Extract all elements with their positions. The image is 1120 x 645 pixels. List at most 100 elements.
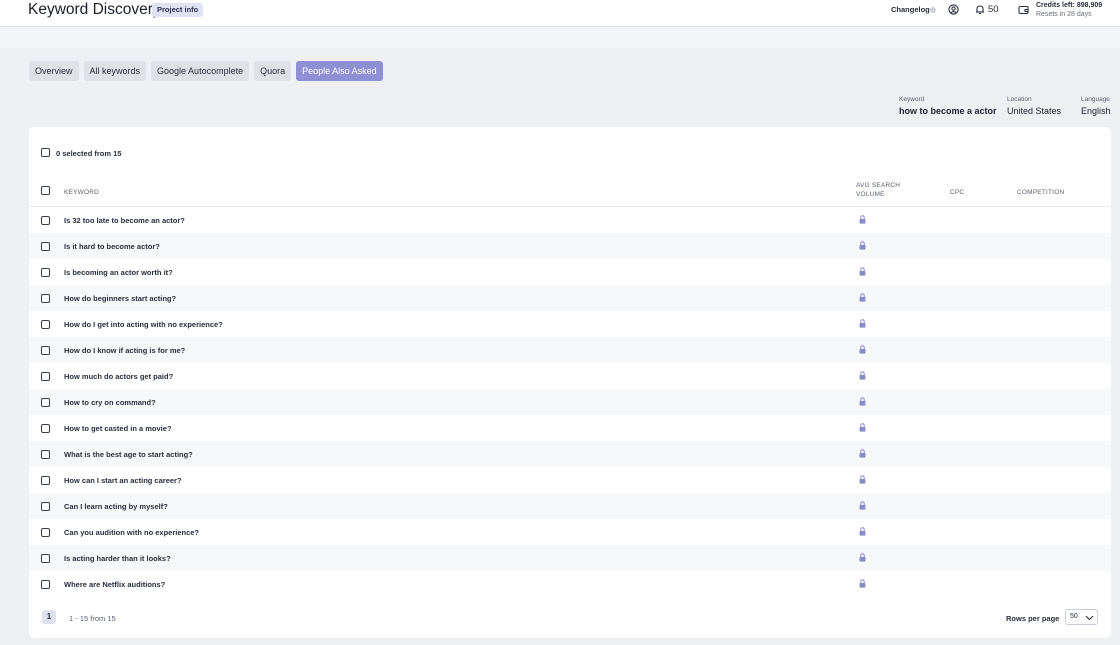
keyword-cell: Is becoming an actor worth it?: [64, 268, 173, 277]
table-row[interactable]: How do beginners start acting?: [29, 285, 1111, 311]
row-checkbox[interactable]: [41, 450, 50, 459]
table-row[interactable]: Can I learn acting by myself?: [29, 493, 1111, 519]
row-checkbox[interactable]: [41, 554, 50, 563]
row-checkbox[interactable]: [41, 216, 50, 225]
table-header: KEYWORD AVG SEARCH VOLUME CPC COMPETITIO…: [29, 179, 1111, 207]
row-checkbox[interactable]: [41, 398, 50, 407]
table-row[interactable]: Where are Netflix auditions?: [29, 571, 1111, 597]
row-checkbox[interactable]: [41, 268, 50, 277]
keyword-cell: Is 32 too late to become an actor?: [64, 216, 185, 225]
pagination-range: 1 - 15 from 15: [69, 614, 116, 623]
bell-icon[interactable]: [975, 4, 985, 15]
table-row[interactable]: How to cry on command?: [29, 389, 1111, 415]
select-all-top-checkbox[interactable]: [41, 148, 50, 157]
filter-location-label: Location: [1007, 96, 1032, 103]
changelog-status-dot: [930, 7, 936, 13]
notifications-count[interactable]: 50: [988, 4, 999, 15]
column-avg-search-volume[interactable]: AVG SEARCH VOLUME: [856, 182, 900, 199]
tab-overview[interactable]: Overview: [29, 61, 79, 81]
keyword-cell: Can I learn acting by myself?: [64, 502, 168, 511]
filter-language[interactable]: Language English: [1081, 96, 1111, 116]
column-cpc[interactable]: CPC: [950, 189, 964, 196]
credits-reset: Resets in 28 days: [1036, 11, 1092, 18]
credits-info: Credits left: 898,909 Resets in 28 days: [1036, 1, 1102, 19]
table-row[interactable]: Is 32 too late to become an actor?: [29, 207, 1111, 233]
filter-language-value: English: [1081, 106, 1111, 116]
row-checkbox[interactable]: [41, 346, 50, 355]
table-row[interactable]: How can I start an acting career?: [29, 467, 1111, 493]
rows-per-page-label: Rows per page: [1006, 614, 1060, 623]
filter-location[interactable]: Location United States: [1007, 96, 1061, 116]
keyword-cell: How do I get into acting with no experie…: [64, 320, 223, 329]
table-row[interactable]: Is becoming an actor worth it?: [29, 259, 1111, 285]
filter-keyword-label: Keyword: [899, 96, 925, 103]
keyword-cell: Is it hard to become actor?: [64, 242, 160, 251]
row-checkbox[interactable]: [41, 424, 50, 433]
lock-icon: [859, 579, 866, 588]
project-info-badge[interactable]: Project info: [152, 3, 204, 17]
page-1-button[interactable]: 1: [42, 610, 56, 624]
lock-icon: [859, 371, 866, 380]
table-row[interactable]: Is acting harder than it looks?: [29, 545, 1111, 571]
wallet-icon: [1018, 5, 1029, 15]
keyword-cell: How to cry on command?: [64, 398, 156, 407]
filter-keyword-value: how to become a actor: [899, 106, 997, 116]
table-row[interactable]: How much do actors get paid?: [29, 363, 1111, 389]
filter-language-label: Language: [1081, 96, 1110, 103]
lock-icon: [859, 553, 866, 562]
column-competition[interactable]: COMPETITION: [1017, 189, 1064, 196]
tab-people-also-asked[interactable]: People Also Asked: [296, 61, 383, 81]
row-checkbox[interactable]: [41, 580, 50, 589]
column-keyword[interactable]: KEYWORD: [64, 189, 99, 196]
row-checkbox[interactable]: [41, 372, 50, 381]
row-checkbox[interactable]: [41, 320, 50, 329]
tab-bar: Overview All keywords Google Autocomplet…: [29, 61, 383, 81]
user-circle-icon[interactable]: [948, 4, 959, 15]
credits-left: Credits left: 898,909: [1036, 2, 1103, 9]
filter-keyword[interactable]: Keyword how to become a actor: [899, 96, 997, 116]
tab-all-keywords[interactable]: All keywords: [83, 61, 147, 81]
keyword-cell: Where are Netflix auditions?: [64, 580, 166, 589]
tab-google-autocomplete[interactable]: Google Autocomplete: [151, 61, 250, 81]
rows-per-page-select[interactable]: 50: [1065, 609, 1098, 625]
keyword-cell: How do beginners start acting?: [64, 294, 177, 303]
changelog-link[interactable]: Changelog: [891, 5, 930, 14]
keyword-cell: How can I start an acting career?: [64, 476, 182, 485]
subheader-band: [0, 27, 1120, 48]
table-row[interactable]: How to get casted in a movie?: [29, 415, 1111, 441]
lock-icon: [859, 397, 866, 406]
column-volume-line1: AVG SEARCH: [856, 182, 901, 189]
lock-icon: [859, 293, 866, 302]
lock-icon: [859, 449, 866, 458]
row-checkbox[interactable]: [41, 294, 50, 303]
lock-icon: [859, 527, 866, 536]
lock-icon: [859, 345, 866, 354]
row-checkbox[interactable]: [41, 476, 50, 485]
lock-icon: [859, 319, 866, 328]
table-row[interactable]: Can you audition with no experience?: [29, 519, 1111, 545]
select-all-checkbox[interactable]: [41, 186, 50, 195]
row-checkbox[interactable]: [41, 502, 50, 511]
table-row[interactable]: Is it hard to become actor?: [29, 233, 1111, 259]
row-checkbox[interactable]: [41, 528, 50, 537]
table-body: Is 32 too late to become an actor? Is it …: [29, 207, 1111, 597]
lock-icon: [859, 267, 866, 276]
table-row[interactable]: How do I get into acting with no experie…: [29, 311, 1111, 337]
column-volume-line2: VOLUME: [856, 190, 885, 198]
table-row[interactable]: How do I know if acting is for me?: [29, 337, 1111, 363]
table-row[interactable]: What is the best age to start acting?: [29, 441, 1111, 467]
top-bar: Keyword Discovery Project info Changelog…: [0, 0, 1120, 27]
keyword-cell: Is acting harder than it looks?: [64, 554, 171, 563]
lock-icon: [859, 241, 866, 250]
selected-count: 0 selected from 15: [56, 149, 122, 158]
keyword-cell: How to get casted in a movie?: [64, 424, 172, 433]
keyword-cell: Can you audition with no experience?: [64, 528, 200, 537]
app-title: Keyword Discovery: [28, 1, 161, 18]
row-checkbox[interactable]: [41, 242, 50, 251]
tab-quora[interactable]: Quora: [254, 61, 292, 81]
results-card: 0 selected from 15 KEYWORD AVG SEARCH VO…: [29, 127, 1111, 638]
filter-location-value: United States: [1007, 106, 1062, 116]
rows-per-page-value: 50: [1070, 613, 1078, 620]
lock-icon: [859, 475, 866, 484]
chevron-down-icon: [1085, 615, 1094, 621]
